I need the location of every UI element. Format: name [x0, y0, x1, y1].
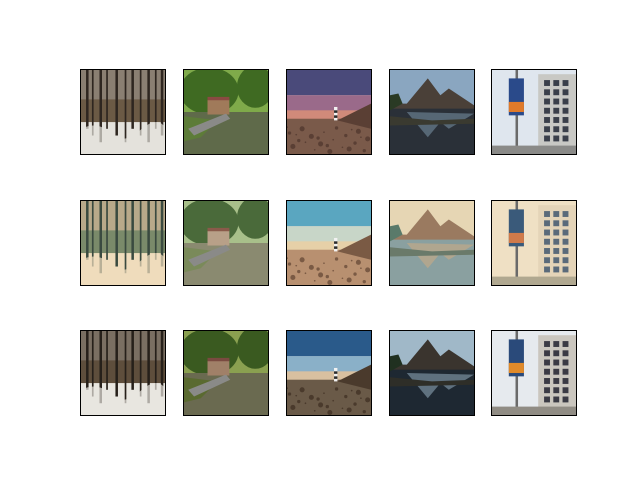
image-reconstructed-canal-boat [183, 330, 269, 416]
image-original-street-banner-building [491, 69, 577, 155]
image-original-mountain-lake [389, 69, 475, 155]
image-stylized-street-banner-building [491, 200, 577, 286]
image-original-canal-boat [183, 69, 269, 155]
image-mountain-lake-graphic [390, 70, 474, 154]
image-original-snowy-forest [80, 69, 166, 155]
image-snowy-forest-graphic [81, 201, 165, 285]
image-mountain-lake-graphic [390, 331, 474, 415]
image-grid-figure [0, 0, 640, 480]
image-canal-boat-graphic [184, 70, 268, 154]
image-stylized-canal-boat [183, 200, 269, 286]
image-snowy-forest-graphic [81, 70, 165, 154]
image-lighthouse-dusk-graphic [287, 201, 371, 285]
image-street-banner-building-graphic [492, 331, 576, 415]
image-reconstructed-lighthouse-dusk [286, 330, 372, 416]
image-snowy-forest-graphic [81, 331, 165, 415]
image-stylized-mountain-lake [389, 200, 475, 286]
image-lighthouse-dusk-graphic [287, 70, 371, 154]
image-canal-boat-graphic [184, 331, 268, 415]
image-canal-boat-graphic [184, 201, 268, 285]
image-reconstructed-snowy-forest [80, 330, 166, 416]
image-street-banner-building-graphic [492, 201, 576, 285]
image-street-banner-building-graphic [492, 70, 576, 154]
image-stylized-lighthouse-dusk [286, 200, 372, 286]
image-original-lighthouse-dusk [286, 69, 372, 155]
image-reconstructed-mountain-lake [389, 330, 475, 416]
image-reconstructed-street-banner-building [491, 330, 577, 416]
image-lighthouse-dusk-graphic [287, 331, 371, 415]
image-stylized-snowy-forest [80, 200, 166, 286]
image-mountain-lake-graphic [390, 201, 474, 285]
